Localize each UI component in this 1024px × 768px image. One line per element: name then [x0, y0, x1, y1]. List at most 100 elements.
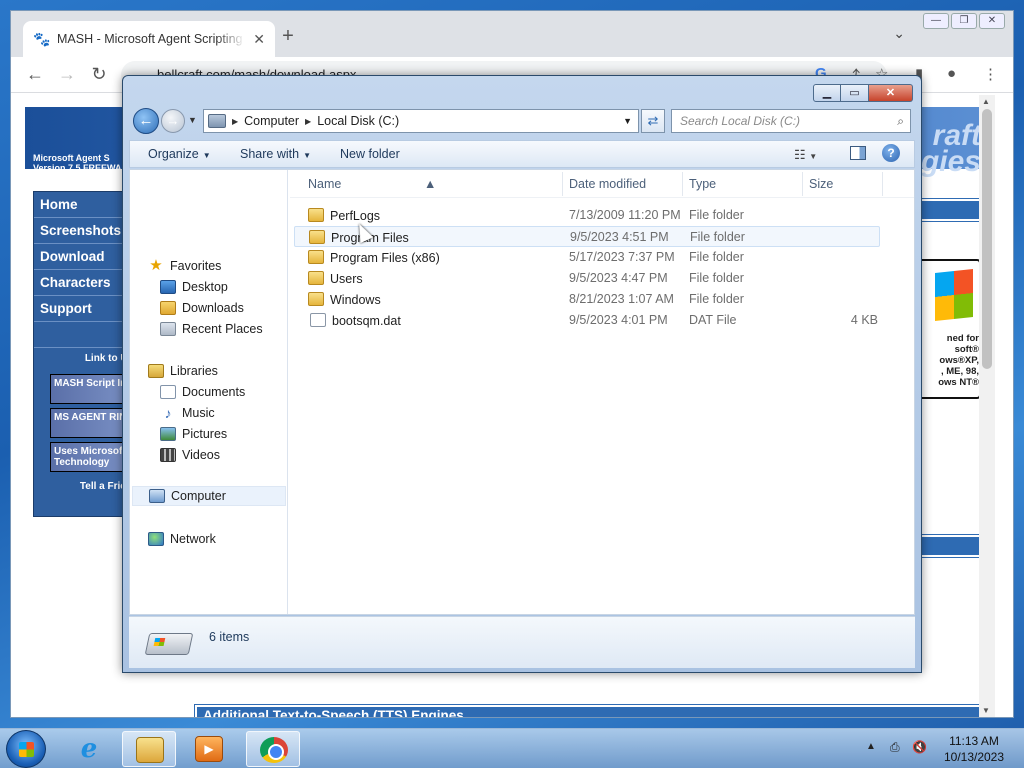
help-icon[interactable]: ? [882, 144, 900, 162]
file-row[interactable]: Windows 8/21/2023 1:07 AM File folder [294, 289, 880, 310]
windows-compat-badge: ned for soft® ows®XP, , ME, 98, ows NT® [917, 259, 981, 399]
volume-muted-icon[interactable]: 🔇 [912, 740, 928, 754]
show-hidden-icons[interactable]: ▲ [866, 741, 876, 752]
site-logo-text: Microsoft Agent S Version 7.5 FREEWAR [33, 153, 128, 173]
nav-label: Network [170, 532, 216, 546]
start-button[interactable] [6, 730, 46, 768]
preview-pane-icon[interactable] [850, 146, 866, 160]
scroll-down-icon[interactable]: ▼ [982, 706, 990, 715]
maximize-button[interactable]: ▭ [841, 84, 869, 102]
minimize-button[interactable]: ▁ [813, 84, 841, 102]
taskbar-windows-explorer[interactable] [122, 731, 176, 767]
star-icon: ★ [149, 257, 163, 274]
profile-avatar-icon[interactable]: ● [947, 65, 956, 82]
chevron-right-icon[interactable]: ▶ [232, 117, 238, 126]
file-row[interactable]: Users 9/5/2023 4:47 PM File folder [294, 268, 880, 289]
back-arrow-icon[interactable]: ← [23, 64, 47, 85]
nav-label: Documents [182, 385, 246, 399]
folder-icon [308, 292, 324, 306]
nav-label: Favorites [170, 259, 222, 273]
close-tab-icon[interactable]: ✕ [253, 31, 265, 48]
explorer-nav-row: ← → ▼ ▶ Computer ▶ Local Disk (C:) ▼ ⇄ S… [131, 108, 915, 134]
forward-arrow-icon[interactable]: → [55, 64, 79, 85]
explorer-window: ▁ ▭ ✕ ← → ▼ ▶ Computer ▶ Local Disk (C:)… [122, 75, 922, 673]
file-size: 4 KB [850, 313, 878, 327]
file-icon [310, 313, 326, 327]
file-row[interactable]: Program Files 9/5/2023 4:51 PM File folder [294, 226, 880, 247]
file-date: 8/21/2023 1:07 AM [569, 292, 674, 306]
scroll-thumb[interactable] [982, 109, 992, 369]
file-date: 9/5/2023 4:47 PM [569, 271, 668, 285]
column-size[interactable]: Size [809, 177, 833, 191]
file-row[interactable]: bootsqm.dat 9/5/2023 4:01 PM DAT File 4 KB [294, 310, 880, 331]
tab-title: MASH - Microsoft Agent Scripting Helper [57, 32, 245, 46]
address-dropdown-icon[interactable]: ▼ [623, 116, 632, 126]
column-divider[interactable] [562, 172, 563, 196]
nav-label: Desktop [182, 280, 228, 294]
nav-desktop[interactable]: Desktop [160, 277, 228, 297]
close-button[interactable]: ✕ [979, 13, 1005, 29]
maximize-button[interactable]: ❐ [951, 13, 977, 29]
file-type: File folder [689, 250, 744, 264]
command-bar: Organize ▼ Share with ▼ New folder ☷ ▼ ? [129, 140, 915, 168]
minimize-button[interactable]: — [923, 13, 949, 29]
column-headers: ▲ Name Date modified Type Size [290, 170, 914, 198]
reload-icon[interactable]: ↻ [87, 64, 111, 85]
breadcrumb-local-disk[interactable]: Local Disk (C:) [317, 114, 399, 128]
change-view-icon[interactable]: ☷ ▼ [794, 147, 817, 163]
system-clock[interactable]: 11:13 AM 10/13/2023 [938, 733, 1010, 765]
chevron-down-icon: ▼ [202, 151, 211, 160]
recent-pages-dropdown-icon[interactable]: ▼ [188, 115, 197, 125]
menu-kebab-icon[interactable]: ⋮ [983, 65, 998, 83]
close-button[interactable]: ✕ [869, 84, 913, 102]
column-divider[interactable] [682, 172, 683, 196]
file-name-text: Windows [330, 293, 381, 307]
nav-documents[interactable]: Documents [160, 382, 245, 402]
browser-tab[interactable]: 🐾 MASH - Microsoft Agent Scripting Helpe… [23, 21, 275, 57]
column-date-modified[interactable]: Date modified [569, 177, 646, 191]
compat-line: ned for [946, 333, 979, 344]
nav-music[interactable]: ♪ Music [160, 403, 215, 423]
share-with-button[interactable]: Share with ▼ [240, 147, 311, 161]
nav-favorites[interactable]: ★ Favorites [148, 256, 221, 276]
back-arrow-icon[interactable]: ← [133, 108, 159, 134]
column-type[interactable]: Type [689, 177, 716, 191]
recent-places-icon [160, 322, 176, 336]
taskbar-chrome[interactable] [246, 731, 300, 767]
folder-icon [309, 230, 325, 244]
windows-explorer-icon [136, 737, 164, 763]
search-input[interactable]: Search Local Disk (C:) ⌕ [671, 109, 911, 133]
taskbar-media-player[interactable]: ▶ [182, 731, 236, 767]
file-row[interactable]: Program Files (x86) 5/17/2023 7:37 PM File… [294, 247, 880, 268]
column-divider[interactable] [882, 172, 883, 196]
file-row[interactable]: PerfLogs 7/13/2009 11:20 PM File folder [294, 205, 880, 226]
nav-computer[interactable]: Computer [132, 486, 286, 506]
nav-recent-places[interactable]: Recent Places [160, 319, 263, 339]
organize-button[interactable]: Organize ▼ [148, 147, 211, 161]
scroll-up-icon[interactable]: ▲ [982, 97, 990, 106]
refresh-icon[interactable]: ⇄ [641, 109, 665, 133]
nav-libraries[interactable]: Libraries [148, 361, 218, 381]
forward-arrow-icon[interactable]: → [161, 109, 185, 133]
search-icon[interactable]: ⌕ [897, 110, 904, 132]
new-tab-button[interactable]: + [275, 25, 301, 48]
column-name[interactable]: Name [308, 177, 341, 191]
nav-videos[interactable]: Videos [160, 445, 220, 465]
taskbar-internet-explorer[interactable]: e [62, 731, 116, 767]
tab-search-icon[interactable]: ⌄ [893, 25, 905, 42]
network-tray-icon[interactable]: ⎙ [890, 740, 906, 754]
new-folder-button[interactable]: New folder [340, 147, 400, 161]
nav-network[interactable]: Network [148, 529, 216, 549]
address-bar[interactable]: ▶ Computer ▶ Local Disk (C:) ▼ [203, 109, 639, 133]
music-note-icon: ♪ [164, 405, 172, 421]
column-divider[interactable] [802, 172, 803, 196]
paw-icon: 🐾 [33, 31, 51, 47]
chrome-window-controls: — ❐ ✕ [923, 13, 1005, 29]
file-name: Windows [308, 292, 381, 307]
nav-downloads[interactable]: Downloads [160, 298, 244, 318]
details-pane: 6 items [129, 616, 915, 668]
nav-pictures[interactable]: Pictures [160, 424, 227, 444]
page-scrollbar[interactable]: ▲ ▼ [979, 95, 995, 717]
breadcrumb-computer[interactable]: Computer [244, 114, 299, 128]
chevron-right-icon[interactable]: ▶ [305, 117, 311, 126]
